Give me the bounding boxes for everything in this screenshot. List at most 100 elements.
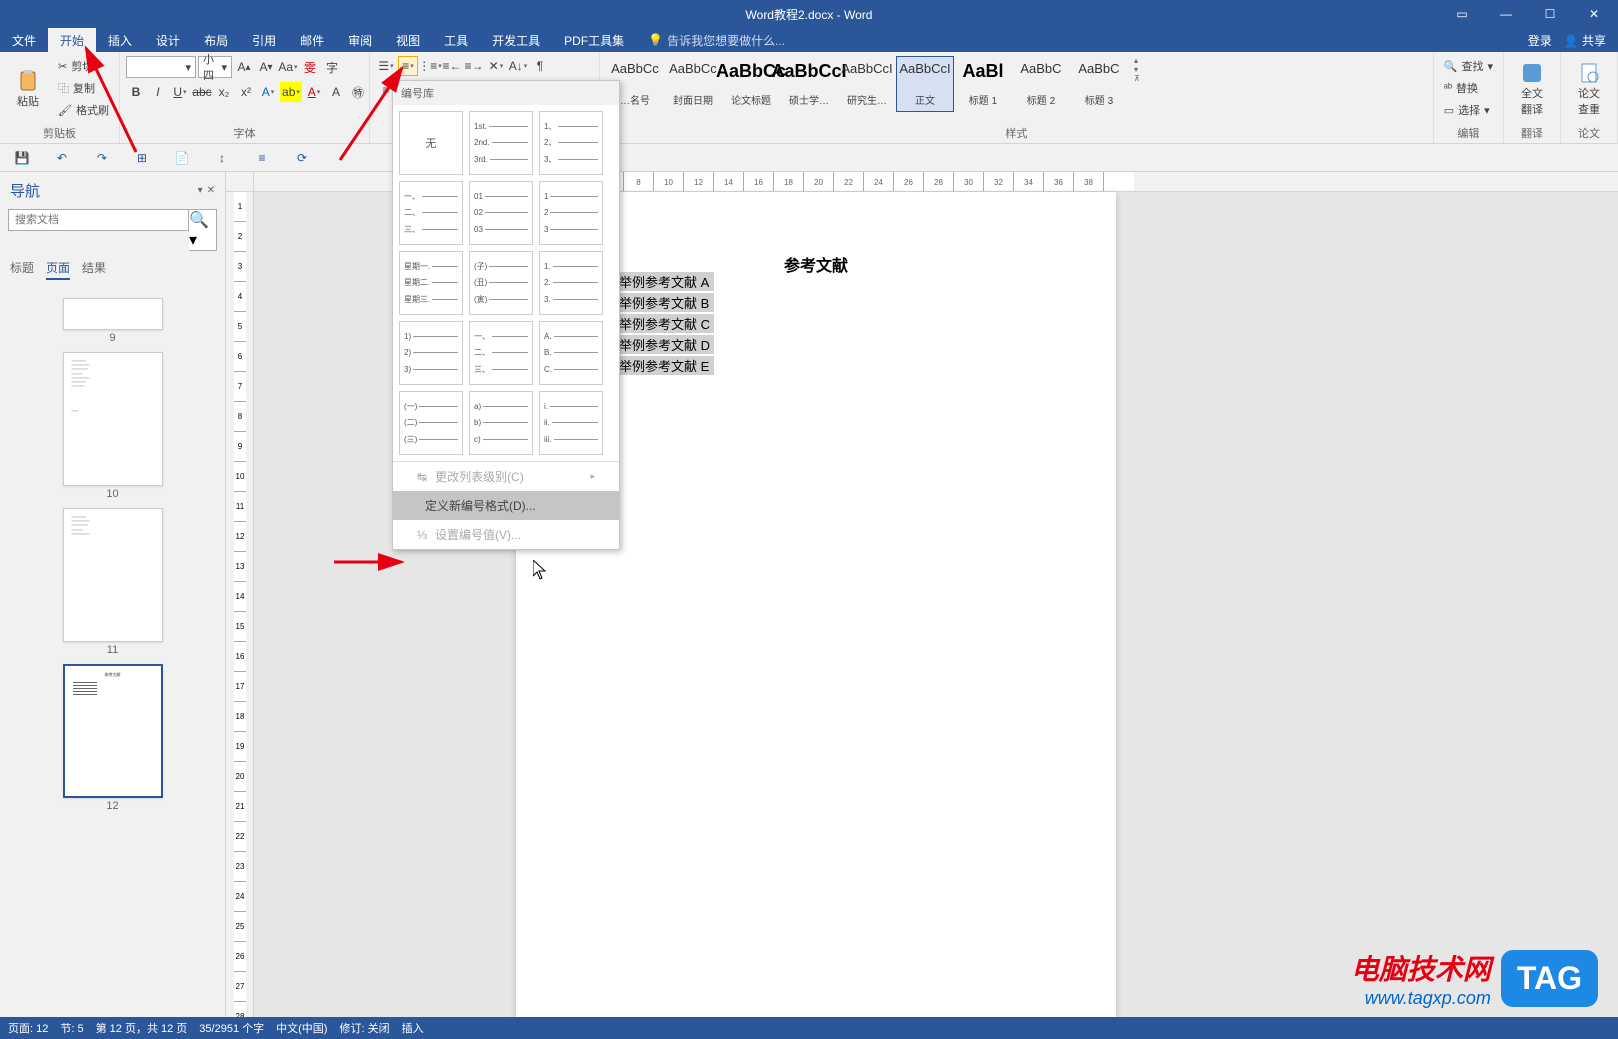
change-case-icon[interactable]: Aa — [278, 57, 298, 77]
maximize-button[interactable]: ☐ — [1530, 0, 1570, 28]
tab-mailings[interactable]: 邮件 — [288, 28, 336, 52]
grow-font-icon[interactable]: A▴ — [234, 57, 254, 77]
tell-me[interactable]: 💡 告诉我您想要做什么... — [636, 28, 797, 52]
qat-rotate-icon[interactable]: ⟳ — [290, 148, 314, 168]
numbering-preset[interactable]: 123 — [539, 181, 603, 245]
numbering-preset[interactable]: A.B.C. — [539, 321, 603, 385]
vertical-ruler[interactable]: 1234567891011121314151617181920212223242… — [226, 192, 254, 1017]
nav-search-button[interactable]: 🔍▾ — [189, 209, 217, 251]
reference-item[interactable]: 举例参考文献 B — [619, 293, 714, 312]
char-shading-icon[interactable]: A — [326, 82, 346, 102]
status-word-count[interactable]: 35/2951 个字 — [199, 1020, 264, 1036]
minimize-button[interactable]: — — [1486, 0, 1526, 28]
numbering-preset[interactable]: (一)(二)(三) — [399, 391, 463, 455]
char-border-icon[interactable]: 字 — [322, 57, 342, 77]
sort-icon[interactable]: A↓ — [508, 56, 528, 76]
thumbnail-page[interactable]: ━━━━━━━━━━━━━━━━━━━━━━━━━━━━━━━━━━━━━━━━… — [63, 508, 163, 642]
font-name-combo[interactable]: ▾ — [126, 56, 196, 78]
nav-tab-results[interactable]: 结果 — [82, 259, 106, 280]
status-insert-mode[interactable]: 插入 — [402, 1020, 424, 1036]
tab-design[interactable]: 设计 — [144, 28, 192, 52]
paste-button[interactable]: 粘贴 — [6, 56, 50, 122]
style-item[interactable]: AaBbCcI硕士学… — [780, 56, 838, 112]
status-language[interactable]: 中文(中国) — [276, 1020, 327, 1036]
strikethrough-icon[interactable]: abc — [192, 82, 212, 102]
numbering-preset[interactable]: 1)2)3) — [399, 321, 463, 385]
tab-developer[interactable]: 开发工具 — [480, 28, 552, 52]
nav-dropdown-icon[interactable]: ▾ — [198, 185, 203, 196]
tab-home[interactable]: 开始 — [48, 28, 96, 52]
paper-check-button[interactable]: 论文查重 — [1567, 56, 1611, 122]
font-size-combo[interactable]: 小四 ▾ — [198, 56, 232, 78]
reference-item[interactable]: 举例参考文献 A — [619, 272, 714, 291]
tab-insert[interactable]: 插入 — [96, 28, 144, 52]
tab-view[interactable]: 视图 — [384, 28, 432, 52]
styles-gallery[interactable]: AaBbCc…名号AaBbCc封面日期AaBbCc论文标题AaBbCcI硕士学…… — [606, 56, 1128, 112]
format-painter-button[interactable]: 🖌 格式刷 — [54, 100, 113, 120]
subscript-icon[interactable]: x₂ — [214, 82, 234, 102]
multilevel-list-icon[interactable]: ⋮≡ — [420, 56, 440, 76]
status-page-of[interactable]: 第 12 页，共 12 页 — [96, 1020, 188, 1036]
login-link[interactable]: 登录 — [1528, 32, 1552, 49]
nav-close-icon[interactable]: ✕ — [207, 185, 215, 196]
reference-item[interactable]: 举例参考文献 C — [619, 314, 714, 333]
nav-tab-headings[interactable]: 标题 — [10, 259, 34, 280]
translate-button[interactable]: 全文翻译 — [1510, 56, 1554, 122]
find-button[interactable]: 🔍 查找 ▾ — [1440, 56, 1497, 76]
styles-scroll-down[interactable]: ▾ — [1134, 65, 1140, 74]
replace-button[interactable]: ᵃᵇ 替换 — [1440, 78, 1497, 98]
styles-expand[interactable]: ⊼ — [1134, 74, 1140, 83]
nav-tab-pages[interactable]: 页面 — [46, 259, 70, 280]
style-item[interactable]: AaBbCc封面日期 — [664, 56, 722, 112]
superscript-icon[interactable]: x² — [236, 82, 256, 102]
copy-button[interactable]: ⿻ 复制 — [54, 78, 113, 98]
tab-file[interactable]: 文件 — [0, 28, 48, 52]
numbering-preset[interactable]: i.ii.iii. — [539, 391, 603, 455]
reference-item[interactable]: 举例参考文献 D — [619, 335, 714, 354]
asian-layout-icon[interactable]: ✕ — [486, 56, 506, 76]
numbering-preset[interactable]: 1、2、3、 — [539, 111, 603, 175]
style-item[interactable]: AaBbC标题 2 — [1012, 56, 1070, 112]
tab-references[interactable]: 引用 — [240, 28, 288, 52]
numbering-icon[interactable]: ≡ — [398, 56, 418, 76]
decrease-indent-icon[interactable]: ≡← — [442, 56, 462, 76]
highlight-icon[interactable]: ab — [280, 82, 302, 102]
share-button[interactable]: 👤 共享 — [1564, 32, 1606, 49]
numbering-preset[interactable]: 010203 — [469, 181, 533, 245]
nav-search-input[interactable] — [8, 209, 189, 231]
bullets-icon[interactable]: ☰ — [376, 56, 396, 76]
status-section[interactable]: 节: 5 — [60, 1020, 83, 1036]
tab-pdf[interactable]: PDF工具集 — [552, 28, 636, 52]
numbering-preset[interactable]: a)b)c) — [469, 391, 533, 455]
enclose-char-icon[interactable]: ㊕ — [348, 82, 368, 102]
select-button[interactable]: ▭ 选择 ▾ — [1440, 100, 1497, 120]
numbering-preset[interactable]: 一、二、三、 — [469, 321, 533, 385]
qat-para-icon[interactable]: ↕ — [210, 148, 234, 168]
numbering-preset[interactable]: 星期一.星期二.星期三. — [399, 251, 463, 315]
close-button[interactable]: ✕ — [1574, 0, 1614, 28]
status-page[interactable]: 页面: 12 — [8, 1020, 48, 1036]
style-item[interactable]: AaBbC标题 3 — [1070, 56, 1128, 112]
ribbon-display-options[interactable]: ▭ — [1442, 0, 1482, 28]
font-color-icon[interactable]: A — [304, 82, 324, 102]
qat-undo-icon[interactable]: ↶ — [50, 148, 74, 168]
tab-layout[interactable]: 布局 — [192, 28, 240, 52]
underline-icon[interactable]: U — [170, 82, 190, 102]
reference-item[interactable]: 举例参考文献 E — [619, 356, 714, 375]
styles-scroll-up[interactable]: ▴ — [1134, 56, 1140, 65]
style-item[interactable]: AaBbCcI研究生… — [838, 56, 896, 112]
text-effects-icon[interactable]: A — [258, 82, 278, 102]
qat-list-icon[interactable]: ≡ — [250, 148, 274, 168]
cut-button[interactable]: ✂ 剪切 — [54, 56, 113, 76]
numbering-preset[interactable]: 1.2.3. — [539, 251, 603, 315]
qat-table-icon[interactable]: ⊞ — [130, 148, 154, 168]
show-marks-icon[interactable]: ¶ — [530, 56, 550, 76]
qat-redo-icon[interactable]: ↷ — [90, 148, 114, 168]
tab-review[interactable]: 审阅 — [336, 28, 384, 52]
thumbnail-page[interactable] — [63, 298, 163, 330]
qat-doc-icon[interactable]: 📄 — [170, 148, 194, 168]
numbering-none[interactable]: 无 — [399, 111, 463, 175]
italic-icon[interactable]: I — [148, 82, 168, 102]
qat-save-icon[interactable]: 💾 — [10, 148, 34, 168]
status-track-changes[interactable]: 修订: 关闭 — [339, 1020, 389, 1036]
